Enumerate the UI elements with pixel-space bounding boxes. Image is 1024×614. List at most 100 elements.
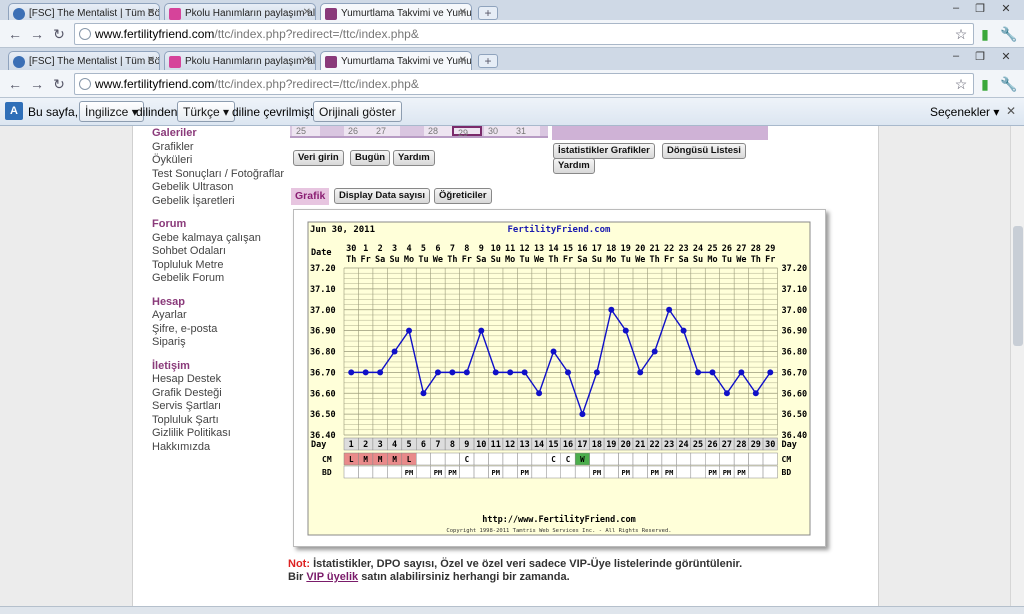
back-icon[interactable]: ←	[6, 75, 24, 93]
scrollbar-thumb[interactable]	[1013, 226, 1023, 346]
maximize-button[interactable]: ❐	[968, 50, 992, 66]
footer-url: http://www.FertilityFriend.com	[482, 514, 636, 525]
sidebar-link[interactable]: Ayarlar	[152, 309, 284, 323]
cm-cell	[690, 452, 706, 466]
tab-tutorials[interactable]: Öğreticiler	[434, 188, 492, 204]
calendar-day[interactable]: 27	[372, 126, 400, 136]
close-tab-icon[interactable]: ✕	[303, 7, 311, 18]
cm-value: C	[566, 455, 571, 464]
stats-charts-button[interactable]: İstatistikler Grafikler	[553, 143, 655, 159]
new-tab-button[interactable]: +	[478, 54, 498, 68]
minimize-button[interactable]: –	[944, 2, 968, 18]
bd-cell	[676, 465, 692, 479]
sidebar-link[interactable]: Servis Şartları	[152, 400, 284, 414]
reload-icon[interactable]: ↻	[50, 25, 68, 43]
calendar-day[interactable]: 25	[292, 126, 320, 136]
calendar-day-selected[interactable]: 29	[452, 126, 482, 138]
close-tab-icon[interactable]: ✕	[147, 7, 155, 18]
cm-cell	[416, 452, 431, 466]
tab-display-data[interactable]: Display Data sayısı	[334, 188, 431, 204]
data-entry-button[interactable]: Veri girin	[293, 150, 344, 166]
star-icon[interactable]: ☆	[952, 75, 970, 93]
calendar-day[interactable]: 28	[424, 126, 452, 136]
sidebar-link[interactable]: Hesap Destek	[152, 373, 284, 387]
help-button[interactable]: Yardım	[393, 150, 435, 166]
date-tick: 20	[635, 244, 645, 254]
date-tick: 26	[722, 244, 732, 254]
close-window-button[interactable]: ✕	[994, 2, 1018, 18]
bd-value: PM	[665, 469, 673, 477]
vip-link[interactable]: VIP üyelik	[306, 571, 358, 583]
day-number: 18	[592, 440, 602, 450]
maximize-button[interactable]: ❐	[968, 2, 992, 18]
options-menu[interactable]: Seçenekler ▾	[930, 105, 999, 119]
sidebar-link[interactable]: Test Sonuçları / Fotoğraflar	[152, 168, 284, 182]
show-original-button[interactable]: Orijinali göster	[313, 101, 402, 122]
vertical-scrollbar[interactable]	[1010, 126, 1024, 614]
temperature-point	[651, 348, 658, 355]
tab-chart[interactable]: Grafik	[291, 188, 330, 205]
address-bar[interactable]: www.fertilityfriend.com/ttc/index.php?re…	[74, 73, 974, 95]
back-icon[interactable]: ←	[6, 25, 24, 43]
calendar-day[interactable]: 26	[344, 126, 372, 136]
sidebar-link[interactable]: Gebelik Ultrason	[152, 181, 284, 195]
wrench-icon[interactable]: 🔧	[1000, 25, 1018, 43]
day-number: 5	[406, 440, 411, 450]
new-tab-button[interactable]: +	[478, 6, 498, 20]
temperature-point	[666, 306, 673, 313]
bd-cell	[690, 465, 706, 479]
sidebar-link[interactable]: Grafikler	[152, 141, 284, 155]
sidebar-link[interactable]: Topluluk Şartı	[152, 414, 284, 428]
sidebar-link[interactable]: Gizlilik Politikası	[152, 427, 284, 441]
wrench-icon[interactable]: 🔧	[1000, 75, 1018, 93]
sidebar: Galeriler Grafikler Öyküleri Test Sonuçl…	[152, 127, 284, 454]
weekday-tick: Fr	[765, 255, 775, 265]
calendar-day[interactable]: 31	[512, 126, 540, 136]
date-tick: 18	[606, 244, 616, 254]
cycle-list-button[interactable]: Döngüsü Listesi	[662, 143, 746, 159]
minimize-button[interactable]: –	[944, 50, 968, 66]
help-button-2[interactable]: Yardım	[553, 158, 595, 174]
cm-cell	[762, 452, 778, 466]
address-bar[interactable]: www.fertilityfriend.com/ttc/index.php?re…	[74, 23, 974, 45]
close-tab-icon[interactable]: ✕	[303, 55, 311, 66]
temperature-point	[492, 369, 499, 376]
day-number: 4	[392, 440, 397, 450]
sidebar-link[interactable]: Gebelik Forum	[152, 272, 284, 286]
close-tab-icon[interactable]: ✕	[459, 7, 467, 18]
temperature-point	[521, 369, 528, 376]
close-tab-icon[interactable]: ✕	[147, 55, 155, 66]
bd-cell	[560, 465, 576, 479]
close-tab-icon[interactable]: ✕	[459, 55, 467, 66]
sidebar-link[interactable]: Sohbet Odaları	[152, 245, 284, 259]
y-tick-left: 36.70	[310, 368, 336, 378]
close-window-button[interactable]: ✕	[994, 50, 1018, 66]
close-translate-icon[interactable]: ✕	[1006, 104, 1016, 118]
sidebar-link[interactable]: Topluluk Metre	[152, 259, 284, 273]
sidebar-link[interactable]: Grafik Desteği	[152, 387, 284, 401]
day-number: 10	[476, 440, 486, 450]
sidebar-link[interactable]: Gebe kalmaya çalışan	[152, 232, 284, 246]
sidebar-link[interactable]: Hakkımızda	[152, 441, 284, 455]
calendar-day[interactable]: 30	[484, 126, 512, 136]
note-line1: İstatistikler, DPO sayısı, Özel ve özel …	[313, 558, 743, 570]
star-icon[interactable]: ☆	[952, 25, 970, 43]
forward-icon[interactable]: →	[28, 25, 46, 43]
sidebar-link[interactable]: Şifre, e-posta	[152, 323, 284, 337]
bd-row-label-right: BD	[782, 468, 792, 477]
weekday-tick: Sa	[577, 255, 587, 265]
cm-cell	[444, 452, 460, 466]
day-number: 20	[621, 440, 631, 450]
chart-icon	[325, 8, 337, 20]
sidebar-link[interactable]: Öyküleri	[152, 154, 284, 168]
temperature-point	[463, 369, 470, 376]
target-language-select[interactable]: Türkçe ▾	[177, 101, 236, 122]
sidebar-heading: Galeriler	[152, 127, 197, 139]
forward-icon[interactable]: →	[28, 75, 46, 93]
sidebar-link[interactable]: Gebelik İşaretleri	[152, 195, 284, 209]
cm-row-label-right: CM	[782, 455, 792, 464]
reload-icon[interactable]: ↻	[50, 75, 68, 93]
today-button[interactable]: Bugün	[350, 150, 391, 166]
source-language-select[interactable]: İngilizce ▾	[79, 101, 144, 122]
sidebar-link[interactable]: Sipariş	[152, 336, 284, 350]
